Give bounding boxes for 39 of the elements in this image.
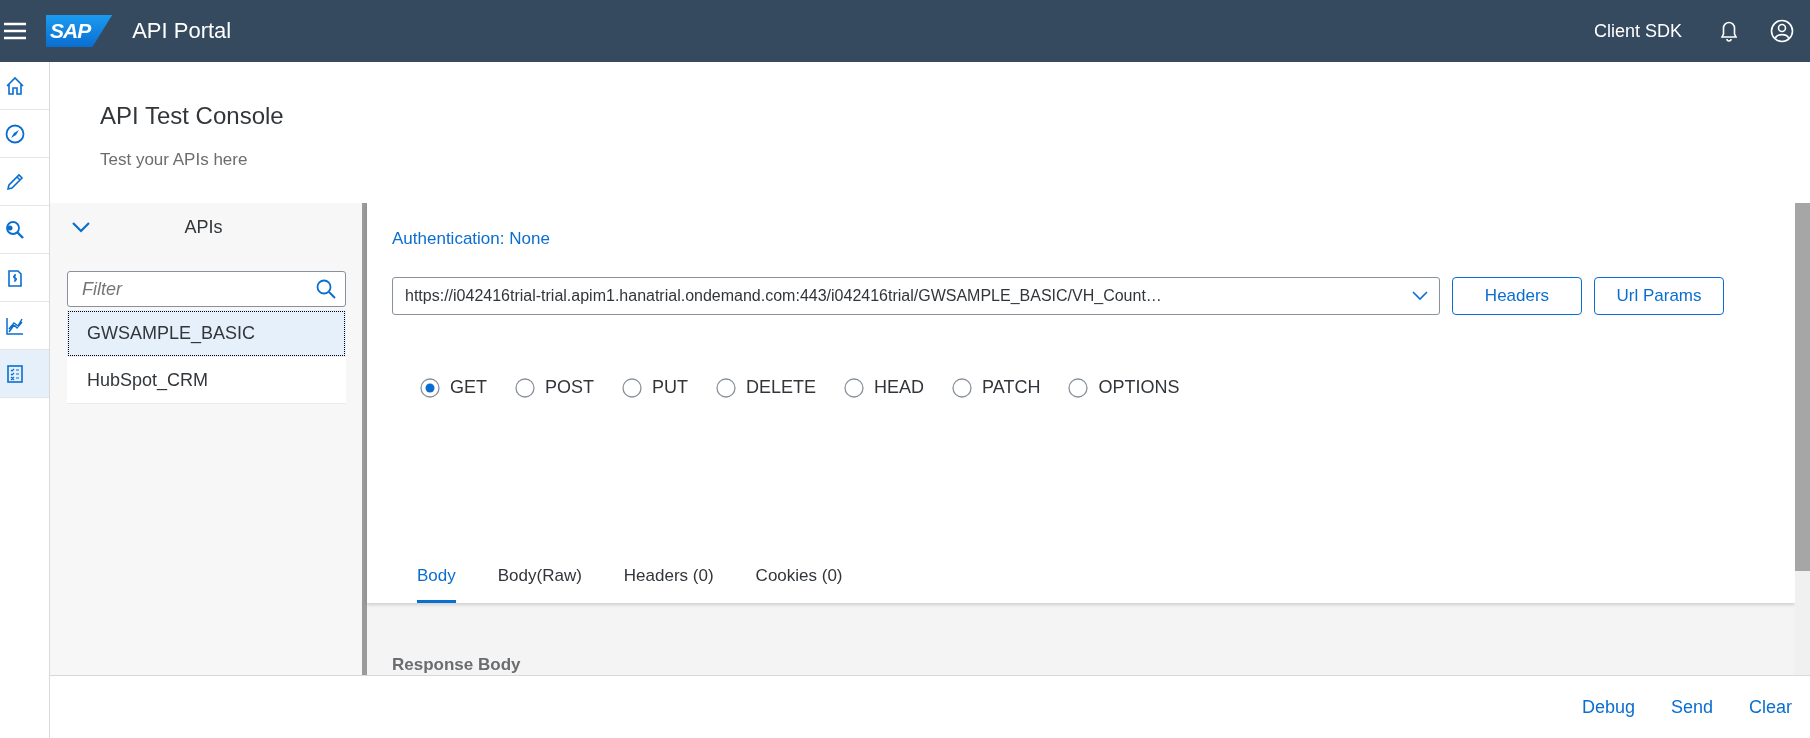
method-radio[interactable]: DELETE: [716, 377, 817, 398]
method-radio[interactable]: HEAD: [844, 377, 925, 398]
tab[interactable]: Body(Raw): [497, 554, 582, 603]
tab[interactable]: Cookies (0): [755, 554, 843, 603]
checklist-icon: [4, 362, 26, 385]
debug-button[interactable]: Debug: [1581, 692, 1635, 722]
api-list-item[interactable]: GWSAMPLE_BASIC: [67, 310, 346, 357]
method-radio[interactable]: OPTIONS: [1068, 377, 1180, 398]
scrollbar[interactable]: [1795, 203, 1810, 675]
headers-button[interactable]: Headers: [1452, 277, 1582, 315]
clear-button[interactable]: Clear: [1749, 692, 1792, 722]
method-radio[interactable]: POST: [515, 377, 595, 398]
chevron-icon[interactable]: [71, 220, 91, 234]
app-title: API Portal: [132, 18, 232, 44]
section-title: Response Body: [391, 654, 522, 675]
api-list-item[interactable]: HubSpot_CRM: [67, 357, 346, 404]
url-params-button[interactable]: Url Params: [1594, 277, 1724, 315]
method-radio[interactable]: PATCH: [952, 377, 1041, 398]
tab[interactable]: Headers (0): [623, 554, 714, 603]
page-subtitle: Test your APIs here: [100, 150, 249, 170]
client-sdk-link[interactable]: Client SDK: [1593, 20, 1682, 42]
logo: SAP: [46, 15, 113, 47]
page-title: API Test Console: [100, 102, 285, 130]
search-icon[interactable]: [315, 278, 337, 300]
nav-item[interactable]: [0, 350, 49, 398]
bell-icon[interactable]: [1718, 19, 1740, 43]
authentication-link[interactable]: Authentication: None: [392, 229, 550, 249]
dropdown-icon: [1411, 290, 1429, 302]
compass-icon: [4, 122, 26, 145]
home-icon: [4, 74, 26, 97]
panel-title: APIs: [183, 216, 224, 238]
menu-icon[interactable]: [2, 21, 28, 41]
tab[interactable]: Body: [417, 554, 456, 603]
user-icon[interactable]: [1770, 19, 1794, 43]
method-radio[interactable]: PUT: [622, 377, 689, 398]
filter-field[interactable]: Filter: [67, 271, 346, 307]
send-button[interactable]: Send: [1670, 692, 1713, 722]
url-dropdown[interactable]: https://i042416trial-trial.apim1.hanatrial.ondemand.com:443/i042416trial/GWSAMPLE_BASIC/VH_Count…: [392, 277, 1440, 315]
method-radio[interactable]: GET: [420, 377, 487, 398]
